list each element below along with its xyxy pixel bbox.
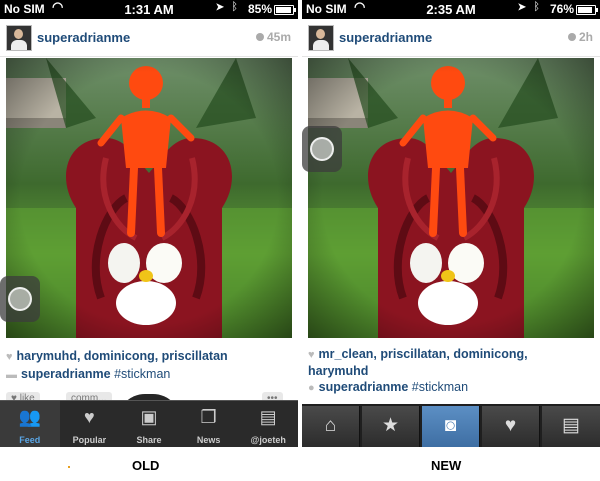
likes-row: ♥ mr_clean, priscillatan, dominicong, har… <box>308 346 528 379</box>
location-arrow-icon: ➤ <box>215 2 224 13</box>
comment-bubble-icon: ● <box>308 382 315 394</box>
people-icon: 👥 <box>18 407 41 427</box>
tab-label: News <box>196 435 221 445</box>
liker-names[interactable]: mr_clean, priscillatan, dominicong, <box>319 347 528 361</box>
heart-icon: ♥ <box>308 349 315 361</box>
tab-label: Feed <box>19 435 41 445</box>
post-header: superadrianme 45m <box>0 19 298 57</box>
post-photo[interactable] <box>6 58 292 338</box>
heart-icon: ♥ <box>6 351 13 363</box>
assistive-touch-button[interactable] <box>0 276 40 322</box>
post-timestamp: 45m <box>255 30 291 44</box>
news-icon: ❐ <box>200 407 217 427</box>
post-timestamp: 2h <box>567 30 593 44</box>
assistive-touch-button[interactable] <box>302 126 342 172</box>
post-photo[interactable] <box>308 58 594 338</box>
profile-card-icon: ▤ <box>259 407 277 427</box>
home-icon: ⌂ <box>324 415 337 436</box>
tab-popular[interactable]: ♥ Popular <box>60 401 120 447</box>
status-bar: No SIM ◠ 1:31 AM ➤ ᛒ 85% <box>0 0 298 19</box>
tab-explore[interactable]: ★ <box>362 406 420 447</box>
decorative-dot <box>68 466 70 468</box>
tab-bar: ⌂ ★ ◙ ♥ ▤ <box>302 404 600 447</box>
avatar[interactable] <box>6 25 32 51</box>
location-arrow-icon: ➤ <box>517 2 526 13</box>
caption-row: ● superadrianme #stickman <box>308 379 468 396</box>
likes-row: ♥ harymuhd, dominicong, priscillatan <box>6 348 228 365</box>
caption-row: ▬ superadrianme #stickman <box>6 366 170 383</box>
new-screenshot: No SIM ◠ 2:35 AM ➤ ᛒ 76% superadrianme 2… <box>302 0 600 447</box>
tab-bar: 👥 Feed ♥ Popular ▣ Share ❐ News ▤ @joete… <box>0 400 298 447</box>
clock-icon <box>255 33 264 41</box>
tab-news[interactable]: ♥ <box>482 406 540 447</box>
tab-camera[interactable]: ◙ <box>422 406 480 447</box>
speech-bubble-icon: ♥ <box>504 415 517 436</box>
battery-icon <box>274 5 296 15</box>
tab-label: @joeteh <box>250 435 286 445</box>
comment-bubble-icon: ▬ <box>6 369 17 381</box>
liker-names-continued[interactable]: harymuhd <box>308 364 368 378</box>
battery-percent: 76% <box>549 2 574 16</box>
post-username[interactable]: superadrianme <box>37 30 130 45</box>
tab-label: Share <box>136 435 162 445</box>
status-bar: No SIM ◠ 2:35 AM ➤ ᛒ 76% <box>302 0 600 19</box>
tab-profile[interactable]: ▤ <box>542 406 600 447</box>
caption-username[interactable]: superadrianme <box>21 367 111 381</box>
camera-icon: ▣ <box>140 407 158 427</box>
avatar[interactable] <box>308 25 334 51</box>
bluetooth-icon: ᛒ <box>231 1 238 13</box>
old-screenshot: No SIM ◠ 1:31 AM ➤ ᛒ 85% superadrianme 4… <box>0 0 298 447</box>
clock-icon <box>567 33 576 41</box>
tab-share[interactable]: ▣ Share <box>119 401 179 447</box>
tab-news[interactable]: ❐ News <box>179 401 239 447</box>
tab-profile[interactable]: ▤ @joeteh <box>238 401 298 447</box>
caption-username[interactable]: superadrianme <box>319 380 409 394</box>
bluetooth-icon: ᛒ <box>533 1 540 13</box>
heart-icon: ♥ <box>84 407 95 427</box>
liker-names[interactable]: harymuhd, dominicong, priscillatan <box>17 349 228 363</box>
old-label: OLD <box>132 458 160 473</box>
star-icon: ★ <box>381 415 400 436</box>
tab-feed[interactable]: 👥 Feed <box>0 401 60 447</box>
tab-label: Popular <box>72 435 107 445</box>
post-header: superadrianme 2h <box>302 19 600 57</box>
battery-icon <box>576 5 598 15</box>
battery-percent: 85% <box>247 2 272 16</box>
camera-icon: ◙ <box>444 415 457 436</box>
tab-home[interactable]: ⌂ <box>302 406 360 447</box>
caption-text: #stickman <box>114 367 171 381</box>
new-label: NEW <box>431 458 462 473</box>
post-username[interactable]: superadrianme <box>339 30 432 45</box>
profile-card-icon: ▤ <box>562 415 580 436</box>
caption-text: #stickman <box>411 380 469 394</box>
